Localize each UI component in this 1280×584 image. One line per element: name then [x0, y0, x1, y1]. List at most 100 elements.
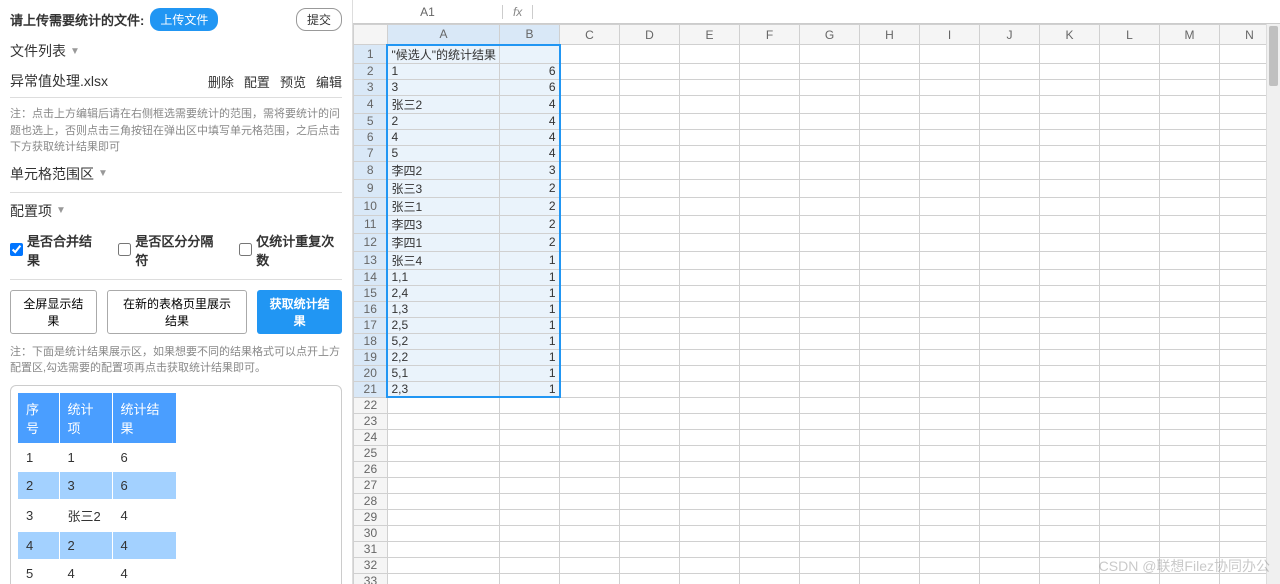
cell[interactable]	[980, 251, 1040, 269]
cell[interactable]	[1040, 493, 1100, 509]
cell[interactable]	[740, 161, 800, 179]
cell[interactable]	[1100, 461, 1160, 477]
cell[interactable]	[1100, 251, 1160, 269]
cell[interactable]	[387, 509, 499, 525]
row-header[interactable]: 10	[353, 197, 387, 215]
cell[interactable]	[800, 301, 860, 317]
sheet-table[interactable]: ABCDEFGHIJKLMN 1"候选人"的统计结果2163364张三24524…	[353, 24, 1280, 584]
cell[interactable]	[920, 79, 980, 95]
cell[interactable]	[387, 461, 499, 477]
cell[interactable]	[860, 461, 920, 477]
cell[interactable]	[860, 233, 920, 251]
cell[interactable]	[620, 541, 680, 557]
column-header[interactable]: G	[800, 25, 860, 45]
cell[interactable]	[1160, 333, 1220, 349]
column-header[interactable]: C	[560, 25, 620, 45]
row-header[interactable]: 20	[353, 365, 387, 381]
cell[interactable]	[860, 95, 920, 113]
cell[interactable]	[980, 349, 1040, 365]
cell[interactable]: "候选人"的统计结果	[387, 45, 499, 64]
cell[interactable]	[500, 573, 560, 584]
cell[interactable]	[1100, 233, 1160, 251]
cell[interactable]	[920, 215, 980, 233]
cell[interactable]	[980, 333, 1040, 349]
cell[interactable]	[1160, 63, 1220, 79]
cell[interactable]	[620, 215, 680, 233]
cell[interactable]	[740, 269, 800, 285]
cell[interactable]	[860, 161, 920, 179]
cell[interactable]	[740, 301, 800, 317]
cell[interactable]	[1040, 429, 1100, 445]
cell[interactable]	[800, 365, 860, 381]
cell[interactable]	[1040, 79, 1100, 95]
cell[interactable]	[1160, 233, 1220, 251]
cell[interactable]	[860, 541, 920, 557]
cell[interactable]	[920, 113, 980, 129]
cell[interactable]	[560, 215, 620, 233]
cell[interactable]	[387, 493, 499, 509]
cell[interactable]	[860, 285, 920, 301]
cell[interactable]	[560, 161, 620, 179]
cell[interactable]	[980, 161, 1040, 179]
cell[interactable]	[560, 233, 620, 251]
cell[interactable]	[1160, 365, 1220, 381]
cell[interactable]	[680, 63, 740, 79]
cell[interactable]	[1040, 509, 1100, 525]
cell[interactable]	[680, 301, 740, 317]
cell[interactable]	[980, 285, 1040, 301]
cell[interactable]	[980, 63, 1040, 79]
cell[interactable]	[1160, 45, 1220, 64]
cell[interactable]	[800, 251, 860, 269]
cell[interactable]	[800, 349, 860, 365]
delete-link[interactable]: 删除	[208, 72, 234, 91]
cell[interactable]	[980, 113, 1040, 129]
cell[interactable]	[860, 45, 920, 64]
row-header[interactable]: 13	[353, 251, 387, 269]
row-header[interactable]: 23	[353, 413, 387, 429]
cell[interactable]	[680, 285, 740, 301]
cell[interactable]	[920, 477, 980, 493]
cell[interactable]	[800, 333, 860, 349]
cell[interactable]: 4	[500, 113, 560, 129]
cell[interactable]	[560, 317, 620, 333]
cell[interactable]	[560, 285, 620, 301]
cell[interactable]	[1040, 251, 1100, 269]
cell[interactable]	[860, 573, 920, 584]
cell[interactable]	[1160, 215, 1220, 233]
cell[interactable]	[620, 365, 680, 381]
column-header[interactable]: B	[500, 25, 560, 45]
chevron-down-icon[interactable]: ▼	[98, 168, 108, 179]
select-all-corner[interactable]	[353, 25, 387, 45]
cell[interactable]	[740, 95, 800, 113]
cell[interactable]: 2	[500, 179, 560, 197]
cell[interactable]	[620, 45, 680, 64]
cell[interactable]	[500, 477, 560, 493]
cell[interactable]	[740, 413, 800, 429]
cell[interactable]	[560, 541, 620, 557]
cell[interactable]: 1,1	[387, 269, 499, 285]
cell[interactable]	[740, 509, 800, 525]
cell[interactable]	[680, 557, 740, 573]
cell[interactable]	[500, 45, 560, 64]
cell[interactable]: 4	[387, 129, 499, 145]
row-header[interactable]: 11	[353, 215, 387, 233]
cell[interactable]	[860, 493, 920, 509]
cell[interactable]	[680, 145, 740, 161]
cell[interactable]: 张三1	[387, 197, 499, 215]
cell[interactable]	[1040, 233, 1100, 251]
dup-only-checkbox[interactable]: 仅统计重复次数	[239, 231, 342, 269]
cell[interactable]	[920, 129, 980, 145]
cell[interactable]	[860, 269, 920, 285]
row-header[interactable]: 18	[353, 333, 387, 349]
cell[interactable]	[740, 493, 800, 509]
cell[interactable]	[680, 509, 740, 525]
cell[interactable]	[1040, 45, 1100, 64]
cell[interactable]: 李四1	[387, 233, 499, 251]
cell[interactable]	[560, 145, 620, 161]
cell[interactable]	[1100, 445, 1160, 461]
cell[interactable]	[387, 525, 499, 541]
row-header[interactable]: 22	[353, 397, 387, 413]
cell[interactable]	[1160, 397, 1220, 413]
cell[interactable]	[560, 63, 620, 79]
row-header[interactable]: 31	[353, 541, 387, 557]
